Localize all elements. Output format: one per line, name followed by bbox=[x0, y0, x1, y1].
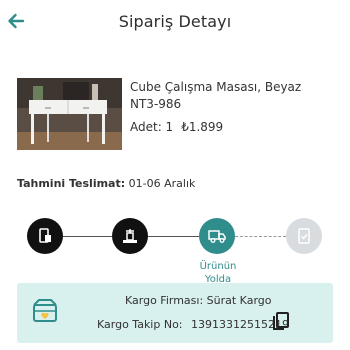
step-on-the-way bbox=[199, 218, 235, 254]
estimated-delivery: Tahmini Teslimat: 01-06 Aralık bbox=[17, 177, 195, 190]
cargo-firm: Kargo Firması: Sürat Kargo bbox=[125, 294, 272, 307]
copy-tracking-button[interactable] bbox=[271, 311, 291, 333]
package-prepared-icon bbox=[123, 229, 137, 243]
product-quantity-price: Adet: 1 ₺1.899 bbox=[130, 120, 223, 134]
truck-icon bbox=[208, 230, 226, 243]
product-image bbox=[17, 78, 122, 150]
delivered-icon bbox=[298, 228, 310, 244]
step-delivered bbox=[286, 218, 322, 254]
copy-icon bbox=[273, 312, 289, 330]
delivery-label: Tahmini Teslimat: bbox=[17, 177, 126, 190]
header: Sipariş Detayı bbox=[0, 0, 350, 46]
page-title: Sipariş Detayı bbox=[118, 12, 232, 31]
step-order-received bbox=[27, 218, 63, 254]
order-tracking-stepper: Ürünün Yolda bbox=[0, 215, 350, 285]
step-package-prepared bbox=[112, 218, 148, 254]
product-price: ₺1.899 bbox=[181, 120, 224, 134]
cargo-info-box: Kargo Firması: Sürat Kargo Kargo Takip N… bbox=[17, 283, 333, 343]
cargo-box-icon bbox=[31, 297, 59, 325]
delivery-date: 01-06 Aralık bbox=[125, 177, 196, 190]
product-card[interactable]: Cube Çalışma Masası, Beyaz NT3-986 Adet:… bbox=[0, 70, 350, 160]
product-quantity: Adet: 1 bbox=[130, 120, 174, 134]
product-code: NT3-986 bbox=[130, 97, 182, 111]
product-name: Cube Çalışma Masası, Beyaz bbox=[130, 80, 302, 94]
active-step-label-line1: Ürünün bbox=[199, 261, 237, 272]
tracking-number-label: Kargo Takip No: bbox=[97, 318, 183, 331]
step-connector bbox=[235, 236, 286, 237]
step-connector bbox=[148, 236, 199, 237]
step-connector bbox=[63, 236, 112, 237]
order-received-icon bbox=[39, 228, 51, 243]
